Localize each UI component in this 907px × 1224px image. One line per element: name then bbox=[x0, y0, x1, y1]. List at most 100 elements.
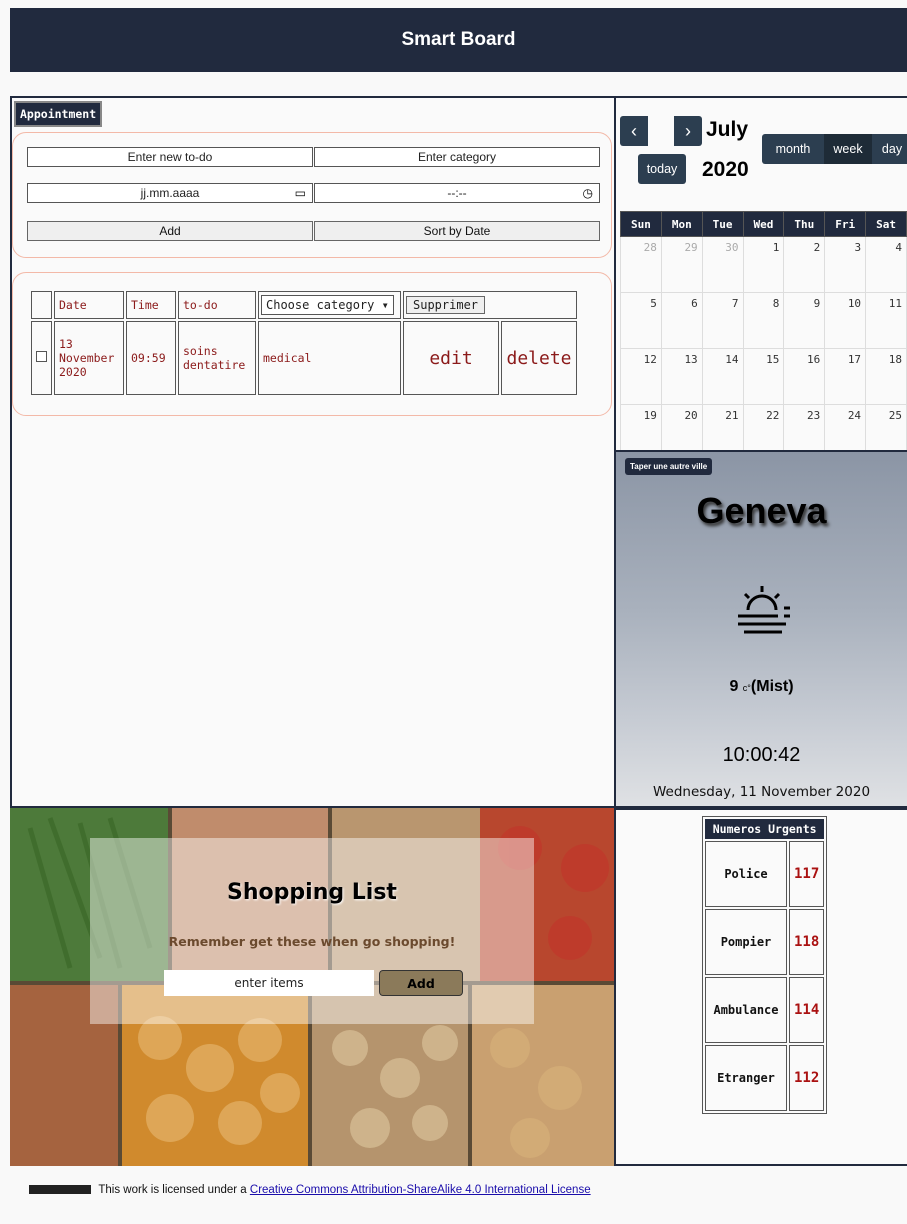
weather-temp: 9 bbox=[729, 678, 739, 695]
calendar-today-button[interactable]: today bbox=[638, 154, 686, 184]
day-cell[interactable]: 20 bbox=[660, 404, 703, 450]
license-text: This work is licensed under a bbox=[98, 1184, 247, 1196]
row-delete-button[interactable]: delete bbox=[501, 321, 577, 395]
todo-table: Date Time to-do Choose category ▾ Suppri… bbox=[29, 289, 579, 397]
weather-clock: 10:00:42 bbox=[722, 744, 801, 766]
row-todo: soins dentatire bbox=[178, 321, 256, 395]
day-cell[interactable]: 19 bbox=[620, 404, 662, 450]
weather-condition: (Mist) bbox=[750, 678, 794, 695]
todo-header-row: Date Time to-do Choose category ▾ Suppri… bbox=[31, 291, 577, 319]
calendar-next-button[interactable]: › bbox=[674, 116, 702, 146]
calendar-month: July bbox=[706, 118, 749, 141]
weekday-sun: Sun bbox=[620, 211, 662, 237]
day-cell[interactable]: 29 bbox=[660, 236, 703, 293]
date-input[interactable]: jj.mm.aaaa ▭ bbox=[27, 183, 313, 203]
weekday-row: Sun Mon Tue Wed Thu Fri Sat bbox=[620, 211, 907, 237]
urgent-name: Etranger bbox=[705, 1045, 787, 1111]
header-todo: to-do bbox=[178, 291, 256, 319]
change-city-button[interactable]: Taper une autre ville bbox=[625, 458, 713, 475]
weekday-wed: Wed bbox=[742, 211, 785, 237]
day-cell[interactable]: 10 bbox=[824, 292, 867, 349]
category-select-value: Choose category bbox=[266, 298, 375, 312]
supprimer-button[interactable]: Supprimer bbox=[406, 296, 486, 314]
appointment-form: Enter new to-do Enter category jj.mm.aaa… bbox=[12, 132, 612, 258]
day-cell[interactable]: 18 bbox=[865, 348, 907, 405]
cc-license-badge[interactable] bbox=[29, 1185, 92, 1195]
day-cell[interactable]: 12 bbox=[620, 348, 662, 405]
day-cell[interactable]: 4 bbox=[865, 236, 907, 293]
day-cell[interactable]: 5 bbox=[620, 292, 662, 349]
clock-icon[interactable]: ◷ bbox=[583, 186, 593, 200]
calendar-year: 2020 bbox=[702, 158, 749, 181]
urgent-name: Pompier bbox=[705, 909, 787, 975]
view-month-button[interactable]: month bbox=[762, 134, 824, 164]
appointment-panel: Appointment Enter new to-do Enter catego… bbox=[10, 96, 614, 808]
view-day-button[interactable]: day bbox=[872, 134, 907, 164]
time-input[interactable]: --:-- ◷ bbox=[314, 183, 600, 203]
day-cell[interactable]: 13 bbox=[660, 348, 703, 405]
calendar-panel: ‹ › July today 2020 month week day Sun M… bbox=[614, 96, 907, 452]
todo-input[interactable]: Enter new to-do bbox=[27, 147, 313, 167]
shopping-subtitle: Remember get these when go shopping! bbox=[168, 934, 456, 949]
table-row: Pompier 118 bbox=[705, 909, 825, 975]
day-cell[interactable]: 2 bbox=[783, 236, 826, 293]
day-cell[interactable]: 24 bbox=[824, 404, 867, 450]
day-cell[interactable]: 21 bbox=[701, 404, 744, 450]
day-cell[interactable]: 22 bbox=[742, 404, 785, 450]
urgent-title: Numeros Urgents bbox=[705, 819, 825, 839]
day-cell[interactable]: 23 bbox=[783, 404, 826, 450]
day-cell[interactable]: 3 bbox=[824, 236, 867, 293]
week-row: 12 13 14 15 16 17 18 bbox=[620, 348, 907, 405]
urgent-number: 117 bbox=[789, 841, 825, 907]
day-cell[interactable]: 28 bbox=[620, 236, 662, 293]
todo-table-box: Date Time to-do Choose category ▾ Suppri… bbox=[12, 272, 612, 416]
license-link[interactable]: Creative Commons Attribution-ShareAlike … bbox=[250, 1184, 591, 1196]
day-cell[interactable]: 11 bbox=[865, 292, 907, 349]
table-row: Etranger 112 bbox=[705, 1045, 825, 1111]
category-input[interactable]: Enter category bbox=[314, 147, 600, 167]
day-cell[interactable]: 17 bbox=[824, 348, 867, 405]
day-cell[interactable]: 7 bbox=[701, 292, 744, 349]
day-cell[interactable]: 16 bbox=[783, 348, 826, 405]
shopping-add-button[interactable]: Add bbox=[379, 970, 463, 996]
license-footer: This work is licensed under a Creative C… bbox=[0, 1180, 620, 1200]
week-row: 5 6 7 8 9 10 11 bbox=[620, 292, 907, 349]
day-cell[interactable]: 25 bbox=[865, 404, 907, 450]
weekday-tue: Tue bbox=[701, 211, 744, 237]
view-week-button[interactable]: week bbox=[824, 134, 872, 164]
urgent-numbers-table: Numeros Urgents Police 117 Pompier 118 A… bbox=[702, 816, 828, 1114]
weekday-thu: Thu bbox=[783, 211, 826, 237]
calendar-prev-button[interactable]: ‹ bbox=[620, 116, 648, 146]
row-checkbox-cell bbox=[31, 321, 52, 395]
category-select[interactable]: Choose category ▾ bbox=[261, 295, 394, 315]
sort-by-date-button[interactable]: Sort by Date bbox=[314, 221, 600, 241]
calendar-grid: Sun Mon Tue Wed Thu Fri Sat 28 29 30 1 2… bbox=[620, 211, 907, 450]
weather-temp-line: 9 c°(Mist) bbox=[616, 678, 907, 696]
row-checkbox[interactable] bbox=[36, 351, 47, 362]
day-cell[interactable]: 1 bbox=[742, 236, 785, 293]
row-edit-button[interactable]: edit bbox=[403, 321, 499, 395]
app-title: Smart Board bbox=[401, 29, 516, 50]
day-cell[interactable]: 14 bbox=[701, 348, 744, 405]
add-todo-button[interactable]: Add bbox=[27, 221, 313, 241]
row-date: 13 November 2020 bbox=[54, 321, 124, 395]
weather-panel: Taper une autre ville Geneva 9 c°(Mist) … bbox=[614, 452, 907, 808]
day-cell[interactable]: 8 bbox=[742, 292, 785, 349]
weekday-fri: Fri bbox=[824, 211, 867, 237]
header-category-cell: Choose category ▾ bbox=[258, 291, 401, 319]
fog-sun-icon bbox=[734, 580, 794, 644]
day-cell[interactable]: 9 bbox=[783, 292, 826, 349]
calendar-icon[interactable]: ▭ bbox=[295, 186, 306, 200]
header-date: Date bbox=[54, 291, 124, 319]
weather-city: Geneva bbox=[696, 490, 827, 531]
table-row: 13 November 2020 09:59 soins dentatire m… bbox=[31, 321, 577, 395]
header-delete-cell: Supprimer bbox=[403, 291, 577, 319]
date-placeholder: jj.mm.aaaa bbox=[140, 186, 200, 200]
day-cell[interactable]: 6 bbox=[660, 292, 703, 349]
day-cell[interactable]: 15 bbox=[742, 348, 785, 405]
urgent-numbers-panel: Numeros Urgents Police 117 Pompier 118 A… bbox=[614, 808, 907, 1166]
urgent-number: 114 bbox=[789, 977, 825, 1043]
day-cell[interactable]: 30 bbox=[701, 236, 744, 293]
shopping-item-input[interactable]: enter items bbox=[164, 970, 374, 996]
app-header: Smart Board bbox=[10, 8, 907, 72]
